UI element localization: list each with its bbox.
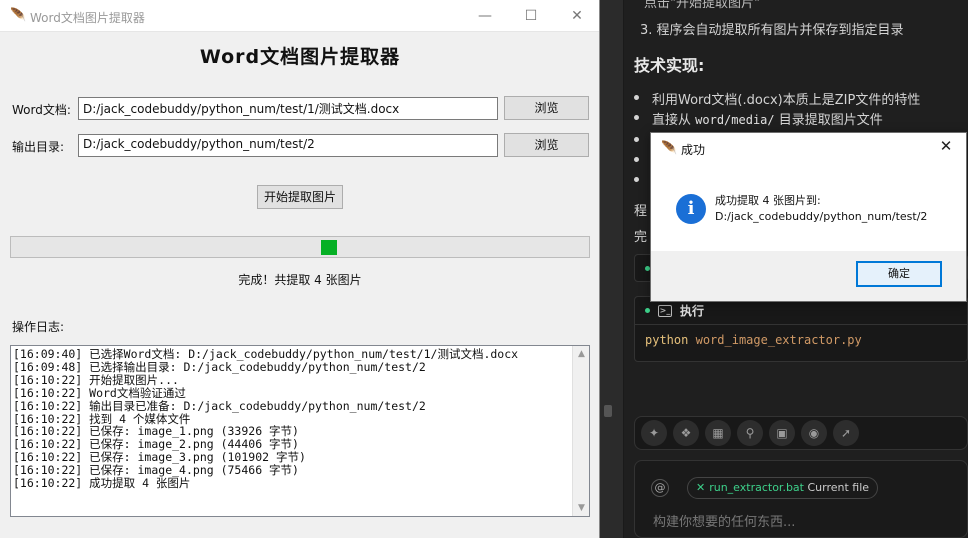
chip-suffix: Current file [807,481,870,494]
log-line: [16:09:40] 已选择Word文档: D:/jack_codebuddy/… [13,347,519,361]
status-dot [645,308,650,313]
output-dir-input[interactable]: D:/jack_codebuddy/python_num/test/2 [78,134,498,157]
info-icon: i [676,194,706,224]
chat-partial-top: 点击"开始提取图片" [644,0,760,11]
chat-step-3: 3. 程序会自动提取所有图片并保存到指定目录 [640,23,904,38]
status-text: 完成！共提取 4 张图片 [238,273,362,287]
log-line: [16:10:22] Word文档验证通过 [13,385,186,400]
eye-icon[interactable]: ◉ [801,420,827,446]
plugin-icon[interactable]: ⚲ [737,420,763,446]
dialog-message-line-2: D:/jack_codebuddy/python_num/test/2 [715,210,928,223]
app-heading: Word文档图片提取器 [199,46,401,68]
scroll-up-icon[interactable]: ▲ [573,346,590,362]
minimize-button[interactable]: — [462,0,508,32]
dialog-title: 成功 [681,143,706,157]
browse-word-button[interactable]: 浏览 [504,96,589,120]
scroll-down-icon[interactable]: ▼ [573,500,590,516]
log-label: 操作日志: [12,320,65,334]
output-dir-label: 输出目录: [12,140,65,154]
chat-partial-2: 完 [634,230,648,245]
start-extract-button[interactable]: 开始提取图片 [257,185,343,209]
image-icon[interactable]: ▣ [769,420,795,446]
chat-input-area[interactable]: @ ✕ run_extractor.bat Current file 构建你想要的… [634,460,968,538]
progress-bar [10,236,590,258]
dialog-message-line-1: 成功提取 4 张图片到: [715,194,821,207]
code-filename: word_image_extractor.py [695,333,862,347]
code-block: >_ 执行 python word_image_extractor.py [634,296,968,362]
dialog-message: 成功提取 4 张图片到: D:/jack_codebuddy/python_nu… [715,193,927,225]
window-title: Word文档图片提取器 [30,11,145,25]
figma-icon[interactable]: ✦ [641,420,667,446]
log-line: [16:10:22] 开始提取图片... [13,372,179,387]
maximize-button[interactable]: ☐ [508,0,554,32]
word-doc-label: Word文档: [12,103,71,117]
mention-button[interactable]: @ [651,479,669,497]
scroll-thumb[interactable] [604,405,612,417]
log-content: [16:09:40] 已选择Word文档: D:/jack_codebuddy/… [13,348,573,490]
dialog-body: i 成功提取 4 张图片到: D:/jack_codebuddy/python_… [651,163,966,251]
chat-toolbar: ✦ ❖ ▦ ⚲ ▣ ◉ ➚ [634,416,968,450]
log-scrollbar[interactable]: ▲ ▼ [572,346,589,516]
editor-gutter [600,0,624,538]
progress-indicator [321,240,337,255]
tech-bullet-2: 直接从 word/media/ 目录提取图片文件 [634,109,883,128]
code-line: python word_image_extractor.py [635,325,967,355]
dialog-titlebar[interactable]: 🪶 成功 ✕ [651,133,966,163]
word-doc-path-input[interactable]: D:/jack_codebuddy/python_num/test/1/测试文档… [78,97,498,120]
execute-label[interactable]: 执行 [680,302,704,319]
window-titlebar[interactable]: 🪶 Word文档图片提取器 — ☐ ✕ [0,0,599,32]
ok-button[interactable]: 确定 [856,261,942,287]
log-line: [16:09:48] 已选择输出目录: D:/jack_codebuddy/py… [13,359,426,374]
tech-heading: 技术实现: [634,56,705,75]
feather-icon: 🪶 [10,8,27,23]
browse-output-button[interactable]: 浏览 [504,133,589,157]
terminal-icon: >_ [658,304,672,317]
log-textbox[interactable]: [16:09:40] 已选择Word文档: D:/jack_codebuddy/… [10,345,590,517]
chip-filename: run_extractor.bat [709,481,804,494]
close-button[interactable]: ✕ [554,0,600,32]
grid-add-icon[interactable]: ▦ [705,420,731,446]
chat-partial-1: 程 [634,204,648,219]
log-line: [16:10:22] 成功提取 4 张图片 [13,476,191,491]
dialog-close-button[interactable]: ✕ [932,137,960,159]
chat-input-placeholder[interactable]: 构建你想要的任何东西... [653,511,795,530]
dialog-footer: 确定 [651,251,966,301]
feather-icon: 🪶 [661,141,678,156]
success-dialog: 🪶 成功 ✕ i 成功提取 4 张图片到: D:/jack_codebuddy/… [650,132,967,302]
context-file-chip[interactable]: ✕ run_extractor.bat Current file [687,477,879,499]
log-line: [16:10:22] 输出目录已准备: D:/jack_codebuddy/py… [13,398,426,413]
mcp-icon[interactable]: ❖ [673,420,699,446]
rocket-icon[interactable]: ➚ [833,420,859,446]
extractor-window: 🪶 Word文档图片提取器 — ☐ ✕ Word文档图片提取器 Word文档: … [0,0,600,538]
tech-bullet-1: 利用Word文档(.docx)本质上是ZIP文件的特性 [633,89,920,108]
code-keyword: python [645,333,689,347]
remove-chip-icon[interactable]: ✕ [696,481,705,494]
